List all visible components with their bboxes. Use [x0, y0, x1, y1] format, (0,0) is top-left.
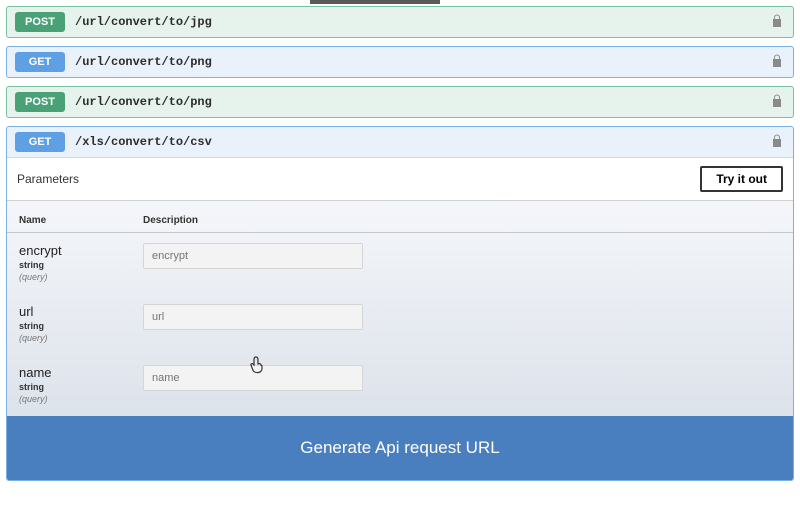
- endpoint-row-get-xls-csv[interactable]: GET /xls/convert/to/csv: [7, 127, 793, 158]
- param-input-encrypt[interactable]: [143, 243, 363, 269]
- endpoint-path: /url/convert/to/png: [75, 95, 771, 109]
- param-columns: Name Description: [7, 201, 793, 233]
- param-type: string: [19, 321, 143, 331]
- method-badge-post: POST: [15, 92, 65, 112]
- lock-icon[interactable]: [771, 54, 783, 70]
- endpoint-row-get-url-png[interactable]: GET /url/convert/to/png: [6, 46, 794, 78]
- endpoint-row-post-url-jpg[interactable]: POST /url/convert/to/jpg: [6, 6, 794, 38]
- method-badge-get: GET: [15, 52, 65, 72]
- param-name: url: [19, 304, 143, 319]
- lock-icon[interactable]: [771, 134, 783, 150]
- col-header-description: Description: [143, 215, 781, 226]
- param-row-encrypt: encrypt string (query): [7, 233, 793, 294]
- endpoint-row-post-url-png[interactable]: POST /url/convert/to/png: [6, 86, 794, 118]
- browser-notch: [310, 0, 440, 4]
- col-header-name: Name: [19, 215, 143, 226]
- method-badge-post: POST: [15, 12, 65, 32]
- param-input-url[interactable]: [143, 304, 363, 330]
- param-row-url: url string (query): [7, 294, 793, 355]
- param-row-name: name string (query): [7, 355, 793, 416]
- param-type: string: [19, 382, 143, 392]
- endpoint-path: /url/convert/to/jpg: [75, 15, 771, 29]
- try-it-out-button[interactable]: Try it out: [700, 166, 783, 192]
- generate-api-url-button[interactable]: Generate Api request URL: [7, 416, 793, 480]
- param-in: (query): [19, 394, 143, 404]
- endpoint-path: /url/convert/to/png: [75, 55, 771, 69]
- endpoint-expanded-xls-csv: GET /xls/convert/to/csv Parameters Try i…: [6, 126, 794, 481]
- method-badge-get: GET: [15, 132, 65, 152]
- lock-icon[interactable]: [771, 94, 783, 110]
- param-name: name: [19, 365, 143, 380]
- lock-icon[interactable]: [771, 14, 783, 30]
- param-in: (query): [19, 333, 143, 343]
- parameters-header: Parameters Try it out: [7, 158, 793, 201]
- param-name: encrypt: [19, 243, 143, 258]
- param-input-name[interactable]: [143, 365, 363, 391]
- parameters-label: Parameters: [17, 172, 79, 186]
- endpoint-path: /xls/convert/to/csv: [75, 135, 771, 149]
- param-type: string: [19, 260, 143, 270]
- param-in: (query): [19, 272, 143, 282]
- parameters-table: Name Description encrypt string (query) …: [7, 201, 793, 480]
